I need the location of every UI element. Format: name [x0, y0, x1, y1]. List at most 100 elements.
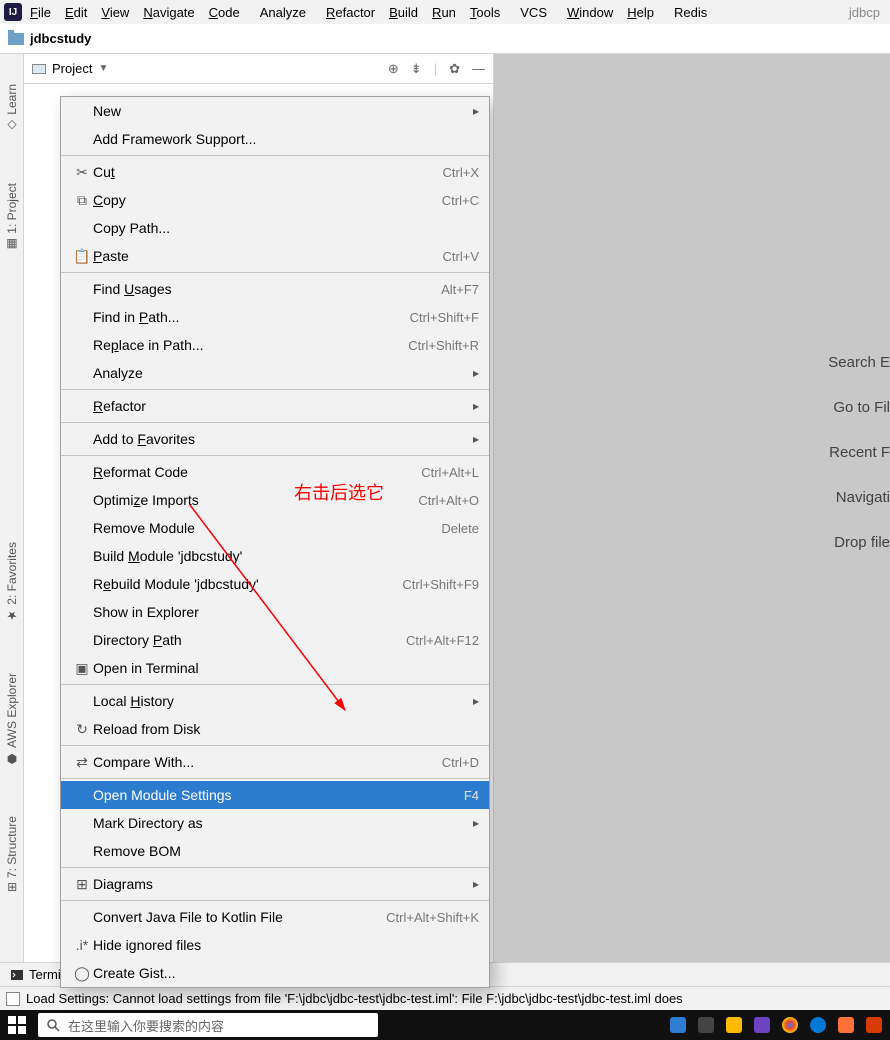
ctx-reload-from-disk[interactable]: ↻Reload from Disk [61, 715, 489, 743]
ctx-add-framework-support[interactable]: Add Framework Support... [61, 125, 489, 153]
status-bar: Load Settings: Cannot load settings from… [0, 986, 890, 1010]
ctx-diagrams[interactable]: ⊞Diagrams▸ [61, 870, 489, 898]
hint-gotofile: Go to Fil [828, 399, 890, 416]
menu-separator [61, 778, 489, 779]
menu-refactor[interactable]: Refactor [320, 3, 381, 22]
breadcrumb: jdbcstudy [0, 24, 890, 54]
ctx-open-in-terminal[interactable]: ▣Open in Terminal [61, 654, 489, 682]
ctx-compare-with[interactable]: ⇄Compare With...Ctrl+D [61, 748, 489, 776]
locate-icon[interactable]: ⊕ [388, 61, 399, 77]
ctx-convert-java-file-to-kotlin-file[interactable]: Convert Java File to Kotlin FileCtrl+Alt… [61, 903, 489, 931]
menu-redis[interactable]: Redis [662, 3, 719, 22]
menu-separator [61, 155, 489, 156]
hint-nav: Navigati [828, 489, 890, 506]
menu-separator [61, 684, 489, 685]
menu-tools[interactable]: Tools [464, 3, 506, 22]
ctx-optimize-imports[interactable]: Optimize ImportsCtrl+Alt+O [61, 486, 489, 514]
taskbar-edge[interactable] [810, 1017, 826, 1033]
menu-separator [61, 389, 489, 390]
menu-help[interactable]: Help [621, 3, 660, 22]
ctx-local-history[interactable]: Local History▸ [61, 687, 489, 715]
taskbar-chrome[interactable] [782, 1017, 798, 1033]
github-icon: ◯ [71, 965, 93, 982]
ctx-mark-directory-as[interactable]: Mark Directory as▸ [61, 809, 489, 837]
project-title[interactable]: Project [52, 61, 92, 76]
menu-separator [61, 900, 489, 901]
context-menu: New▸Add Framework Support...✂CutCtrl+X⧉C… [60, 96, 490, 988]
ctx-create-gist[interactable]: ◯Create Gist... [61, 959, 489, 987]
copy-icon: ⧉ [71, 192, 93, 209]
ctx-remove-bom[interactable]: Remove BOM [61, 837, 489, 865]
ctx-cut[interactable]: ✂CutCtrl+X [61, 158, 489, 186]
chevron-right-icon: ▸ [473, 366, 479, 380]
menu-window[interactable]: Window [561, 3, 619, 22]
ctx-directory-path[interactable]: Directory PathCtrl+Alt+F12 [61, 626, 489, 654]
menu-build[interactable]: Build [383, 3, 424, 22]
taskbar-app-5[interactable] [866, 1017, 882, 1033]
menu-code[interactable]: Code [203, 3, 246, 22]
hide-icon[interactable]: — [472, 61, 485, 77]
menu-navigate[interactable]: Navigate [137, 3, 200, 22]
tool-structure[interactable]: ⊞ 7: Structure [5, 816, 19, 892]
tool-project[interactable]: ▦ 1: Project [5, 183, 19, 252]
taskbar-search[interactable]: 在这里输入你要搜索的内容 [38, 1013, 378, 1037]
reload-icon: ↻ [71, 721, 93, 738]
windows-start-icon[interactable] [8, 1016, 26, 1034]
hint-drop: Drop file [828, 534, 890, 551]
taskbar-app-1[interactable] [670, 1017, 686, 1033]
ctx-hide-ignored-files[interactable]: .i*Hide ignored files [61, 931, 489, 959]
chevron-right-icon: ▸ [473, 399, 479, 413]
ctx-open-module-settings[interactable]: Open Module SettingsF4 [61, 781, 489, 809]
ctx-rebuild-module-jdbcstudy[interactable]: Rebuild Module 'jdbcstudy'Ctrl+Shift+F9 [61, 570, 489, 598]
ctx-find-usages[interactable]: Find UsagesAlt+F7 [61, 275, 489, 303]
left-toolbar: ◇ Learn ▦ 1: Project ★ 2: Favorites ⬢ AW… [0, 54, 24, 962]
taskbar-app-3[interactable] [726, 1017, 742, 1033]
menu-edit[interactable]: Edit [59, 3, 93, 22]
settings-icon[interactable]: ✿ [449, 61, 460, 77]
chevron-right-icon: ▸ [473, 432, 479, 446]
ctx-build-module-jdbcstudy[interactable]: Build Module 'jdbcstudy' [61, 542, 489, 570]
open-file-tail: jdbcp [843, 3, 886, 22]
taskbar-app-2[interactable] [698, 1017, 714, 1033]
taskbar-app-4[interactable] [754, 1017, 770, 1033]
ctx-copy-path[interactable]: Copy Path... [61, 214, 489, 242]
ctx-analyze[interactable]: Analyze▸ [61, 359, 489, 387]
tool-favorites[interactable]: ★ 2: Favorites [5, 542, 19, 623]
ctx-new[interactable]: New▸ [61, 97, 489, 125]
ctx-find-in-path[interactable]: Find in Path...Ctrl+Shift+F [61, 303, 489, 331]
app-logo: IJ [4, 3, 22, 21]
taskbar-firefox[interactable] [838, 1017, 854, 1033]
chevron-right-icon: ▸ [473, 877, 479, 891]
filter-icon: .i* [71, 937, 93, 953]
terminal-icon: ▣ [71, 660, 93, 677]
menu-view[interactable]: View [95, 3, 135, 22]
ctx-copy[interactable]: ⧉CopyCtrl+C [61, 186, 489, 214]
ctx-remove-module[interactable]: Remove ModuleDelete [61, 514, 489, 542]
ctx-paste[interactable]: 📋PasteCtrl+V [61, 242, 489, 270]
chevron-right-icon: ▸ [473, 816, 479, 830]
tool-learn[interactable]: ◇ Learn [5, 84, 19, 133]
menu-run[interactable]: Run [426, 3, 462, 22]
hint-recent: Recent F [828, 444, 890, 461]
breadcrumb-project[interactable]: jdbcstudy [30, 31, 91, 46]
ctx-replace-in-path[interactable]: Replace in Path...Ctrl+Shift+R [61, 331, 489, 359]
ctx-reformat-code[interactable]: Reformat CodeCtrl+Alt+L [61, 458, 489, 486]
chevron-down-icon[interactable]: ▼ [98, 63, 108, 74]
ctx-refactor[interactable]: Refactor▸ [61, 392, 489, 420]
project-panel: Project ▼ ⊕ ⇟ | ✿ — New▸Add Framework Su… [24, 54, 494, 962]
tool-aws[interactable]: ⬢ AWS Explorer [5, 673, 19, 766]
status-icon[interactable] [6, 992, 20, 1006]
menu-separator [61, 422, 489, 423]
compare-icon: ⇄ [71, 754, 93, 771]
menu-separator [61, 745, 489, 746]
menu-vcs[interactable]: VCS [508, 3, 559, 22]
menu-file[interactable]: File [24, 3, 57, 22]
menubar: IJ File Edit View Navigate Code Analyze … [0, 0, 890, 24]
menu-analyze[interactable]: Analyze [248, 3, 318, 22]
collapse-icon[interactable]: ⇟ [411, 61, 422, 77]
ctx-add-to-favorites[interactable]: Add to Favorites▸ [61, 425, 489, 453]
windows-taskbar: 在这里输入你要搜索的内容 [0, 1010, 890, 1040]
ctx-show-in-explorer[interactable]: Show in Explorer [61, 598, 489, 626]
search-icon [46, 1018, 60, 1032]
chevron-right-icon: ▸ [473, 694, 479, 708]
